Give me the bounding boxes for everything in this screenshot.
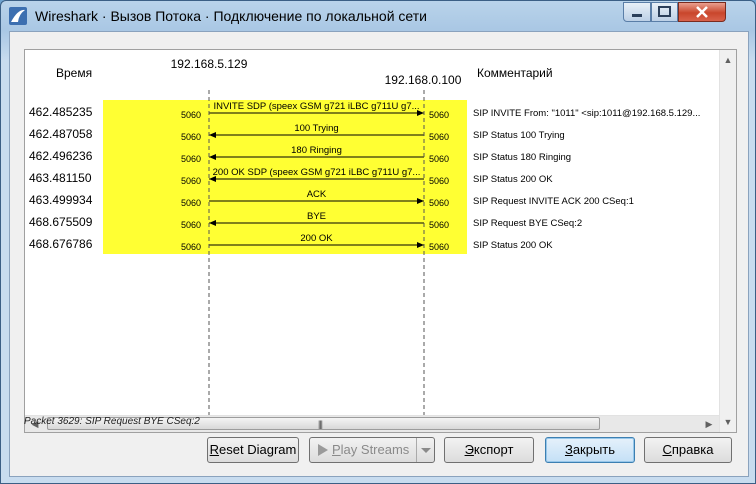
play-streams-label: Play Streams <box>332 442 410 457</box>
time-header: Время <box>56 66 92 80</box>
port-b: 5060 <box>429 198 449 208</box>
play-icon <box>318 444 328 456</box>
port-a: 5060 <box>181 154 201 164</box>
row-time: 463.499934 <box>29 193 93 207</box>
play-streams-button[interactable]: Play Streams <box>309 437 435 463</box>
port-b: 5060 <box>429 132 449 142</box>
flow-canvas: Время Комментарий 192.168.5.129 192.168.… <box>29 57 700 416</box>
row-comment: SIP Status 180 Ringing <box>473 152 571 163</box>
maximize-button[interactable] <box>651 2 678 22</box>
scroll-right-icon[interactable]: ▶ <box>701 416 717 432</box>
window-title: Wireshark · Вызов Потока · Подключение п… <box>35 8 427 24</box>
reset-diagram-button[interactable]: Reset Diagram <box>207 437 299 463</box>
row-time: 468.676786 <box>29 237 93 251</box>
minimize-icon <box>632 14 642 17</box>
row-comment: SIP Status 200 OK <box>473 240 553 251</box>
message-label: 200 OK SDP (speex GSM g721 iLBC g711U g7… <box>213 167 421 178</box>
chevron-down-icon[interactable] <box>420 446 432 456</box>
row-time: 468.675509 <box>29 215 93 229</box>
message-label: BYE <box>307 211 326 222</box>
row-time: 462.496236 <box>29 149 93 163</box>
row-comment: SIP Status 100 Trying <box>473 130 565 141</box>
row-time: 463.481150 <box>29 171 92 185</box>
host-a-label: 192.168.5.129 <box>171 57 248 71</box>
port-a: 5060 <box>181 176 201 186</box>
port-b: 5060 <box>429 176 449 186</box>
message-label: 100 Trying <box>294 123 338 134</box>
help-label: Справка <box>662 442 714 457</box>
port-b: 5060 <box>429 110 449 120</box>
maximize-icon <box>658 6 671 17</box>
port-b: 5060 <box>429 220 449 230</box>
port-a: 5060 <box>181 132 201 142</box>
port-a: 5060 <box>181 110 201 120</box>
message-label: INVITE SDP (speex GSM g721 iLBC g711U g7… <box>213 101 419 112</box>
row-comment: SIP Request INVITE ACK 200 CSeq:1 <box>473 196 634 207</box>
scroll-up-icon[interactable]: ▲ <box>720 52 736 68</box>
row-comment: SIP INVITE From: "1011" <sip:1011@192.16… <box>473 108 700 119</box>
port-b: 5060 <box>429 242 449 252</box>
export-button[interactable]: Экспорт <box>444 437 534 463</box>
help-button[interactable]: Справка <box>644 437 732 463</box>
close-label: Закрыть <box>564 442 616 457</box>
flow-window: Wireshark · Вызов Потока · Подключение п… <box>0 0 756 484</box>
close-button[interactable]: Закрыть <box>545 437 635 463</box>
rows-layer: 462.485235 5060 5060 INVITE SDP (speex GSM … <box>29 100 700 254</box>
vertical-scrollbar[interactable]: ▲ ▼ <box>719 50 736 432</box>
row-time: 462.487058 <box>29 127 93 141</box>
title-bar[interactable]: Wireshark · Вызов Потока · Подключение п… <box>1 1 755 31</box>
port-b: 5060 <box>429 154 449 164</box>
scroll-down-icon[interactable]: ▼ <box>720 414 736 430</box>
status-text: Packet 3629: SIP Request BYE CSeq:2 <box>24 416 200 427</box>
wireshark-fin-icon <box>9 7 27 25</box>
reset-diagram-label: Reset Diagram <box>209 442 297 457</box>
scroll-grip-icon: ||| <box>318 419 323 429</box>
close-window-button[interactable] <box>678 2 726 22</box>
row-time: 462.485235 <box>29 105 93 119</box>
row-comment: SIP Request BYE CSeq:2 <box>473 218 582 229</box>
host-b-label: 192.168.0.100 <box>385 73 462 87</box>
comment-header: Комментарий <box>477 66 553 80</box>
port-a: 5060 <box>181 198 201 208</box>
export-label: Экспорт <box>464 442 514 457</box>
close-icon <box>696 6 708 18</box>
message-label: ACK <box>307 189 327 200</box>
port-a: 5060 <box>181 220 201 230</box>
port-a: 5060 <box>181 242 201 252</box>
message-label: 200 OK <box>300 233 333 244</box>
minimize-button[interactable] <box>623 2 651 22</box>
split-divider <box>416 438 417 462</box>
message-label: 180 Ringing <box>291 145 342 156</box>
dialog-client: Время Комментарий 192.168.5.129 192.168.… <box>9 31 749 477</box>
row-comment: SIP Status 200 OK <box>473 174 553 185</box>
flow-diagram[interactable]: Время Комментарий 192.168.5.129 192.168.… <box>24 49 737 433</box>
